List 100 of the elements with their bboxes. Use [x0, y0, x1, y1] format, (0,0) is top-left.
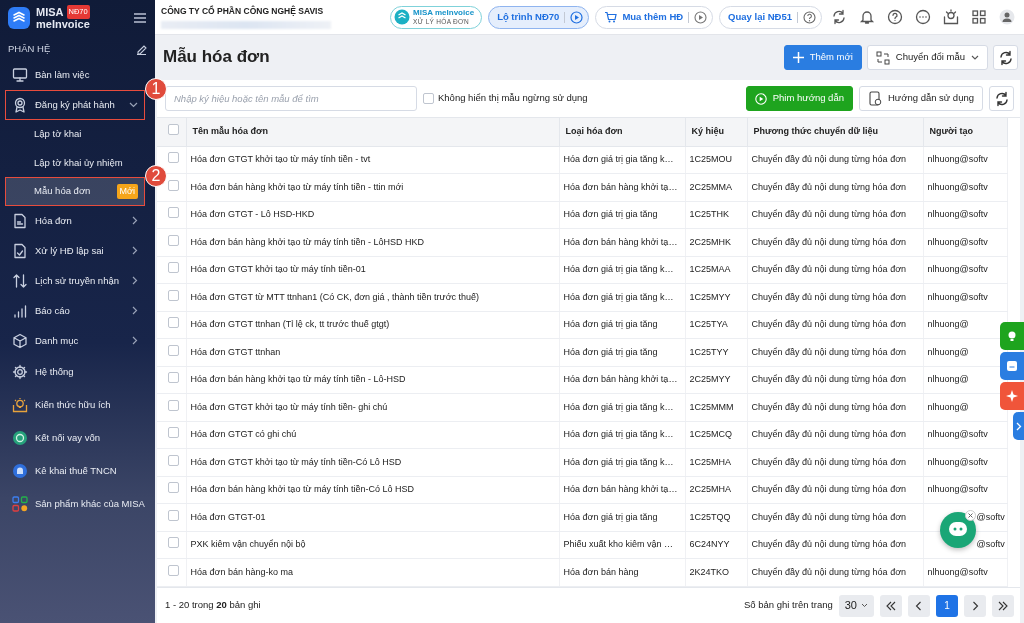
row-checkbox[interactable] — [168, 427, 179, 438]
invoice-type-cell: Hóa đơn bán hàng — [563, 566, 639, 577]
section-title: PHÂN HỆ — [8, 42, 51, 56]
row-checkbox[interactable] — [168, 262, 179, 273]
transfer-method-cell: Chuyển đầy đủ nội dung từng hóa đơn — [751, 209, 907, 219]
symbol-cell: 1C25MCQ — [689, 429, 732, 439]
avatar-icon[interactable] — [999, 9, 1015, 25]
step-marker: 2 — [145, 165, 167, 188]
next-page-button[interactable] — [964, 594, 986, 617]
symbol-cell: 1C25MHA — [689, 456, 731, 467]
symbol-cell: 1C25MYY — [689, 291, 731, 302]
first-page-button[interactable] — [880, 594, 902, 617]
symbol-cell: 2C25MMA — [689, 181, 732, 192]
menu-item[interactable]: Kê khai thuế TNCN — [5, 454, 145, 488]
page-size-select[interactable]: 30 — [838, 594, 874, 617]
row-checkbox[interactable] — [168, 482, 179, 493]
refresh-icon[interactable] — [831, 9, 847, 25]
invoice-name-cell: Hóa đơn GTGT-01 — [190, 511, 266, 522]
refresh-icon — [997, 49, 1014, 66]
column-header[interactable]: Loại hóa đơn — [559, 118, 685, 146]
invoice-name-cell: Hóa đơn bán hàng khởi tạo từ máy tính tiền - ttin mới — [190, 181, 404, 192]
help-icon[interactable] — [887, 9, 903, 25]
creator-cell: nlhuong@softv — [927, 429, 988, 439]
last-page-icon — [998, 600, 1008, 611]
page-button[interactable]: 1 — [936, 594, 958, 617]
menu-item[interactable]: Danh mục — [5, 325, 145, 356]
close-button[interactable] — [965, 510, 976, 521]
menu-item[interactable]: Kiến thức hữu ích — [5, 388, 145, 422]
chevron-right-icon — [1015, 421, 1022, 431]
menu-icon[interactable] — [133, 11, 147, 24]
symbol-cell: 2K24TKO — [689, 566, 730, 577]
invoice-name-cell: Hóa đơn bán hàng khởi tạo từ máy tính tiền-Có Lô HSD — [190, 484, 414, 494]
invoice-type-cell: Hóa đơn bán hàng khởi tạ… — [563, 484, 678, 494]
bell-icon[interactable] — [859, 9, 875, 25]
transfer-method-cell: Chuyển đầy đủ nội dung từng hóa đơn — [751, 456, 907, 467]
menu-item[interactable]: Báo cáo — [5, 295, 145, 326]
submenu-item[interactable]: Lập tờ khai ủy nhiệm — [5, 148, 145, 178]
invoice-type-cell: Hóa đơn giá trị gia tăng k… — [563, 154, 674, 164]
nav-pill[interactable]: Lộ trình NĐ70 — [488, 5, 590, 29]
invoice-type-cell: Hóa đơn bán hàng khởi tạ… — [563, 181, 678, 192]
transfer-method-cell: Chuyển đầy đủ nội dung từng hóa đơn — [751, 346, 907, 357]
symbol-cell: 1C25TYY — [689, 346, 729, 357]
symbol-cell: 1C25MAA — [689, 264, 731, 274]
refresh-button[interactable] — [989, 86, 1014, 111]
submenu-item[interactable]: Mẫu hóa đơn Mới — [5, 177, 145, 206]
menu-item[interactable]: Xử lý HĐ lập sai — [5, 235, 145, 266]
previous-page-button[interactable] — [908, 594, 930, 617]
column-header[interactable]: Phương thức chuyển dữ liệu — [747, 118, 923, 146]
menu-item[interactable]: Lịch sử truyền nhận — [5, 265, 145, 296]
row-checkbox[interactable] — [168, 564, 179, 576]
transfer-method-cell: Chuyển đầy đủ nội dung từng hóa đơn — [751, 566, 907, 577]
creator-cell: nlhuong@softv — [927, 291, 988, 302]
sparkle-widget[interactable] — [1000, 382, 1024, 410]
last-page-button[interactable] — [992, 594, 1014, 617]
column-header[interactable]: Tên mẫu hóa đơn — [186, 118, 559, 146]
column-header[interactable]: Người tạo — [923, 118, 1007, 146]
invoice-name-cell: Hóa đơn GTGT có ghi chú — [190, 429, 297, 439]
submenu-item[interactable]: Lập tờ khai — [5, 120, 145, 149]
tax-icon — [12, 463, 28, 480]
user-guide-button[interactable]: Hướng dẫn sử dụng — [858, 86, 983, 111]
more-icon[interactable] — [915, 9, 931, 25]
chat-widget[interactable] — [1000, 352, 1024, 380]
menu-item[interactable]: Sản phẩm khác của MISA — [5, 487, 145, 521]
lightbulb-widget[interactable] — [1000, 322, 1024, 350]
logo-icon — [8, 6, 30, 29]
column-header[interactable]: Ký hiệu — [685, 118, 747, 146]
select-all-checkbox[interactable] — [168, 124, 179, 135]
row-checkbox[interactable] — [168, 372, 179, 383]
edit-icon[interactable] — [136, 43, 147, 55]
row-checkbox[interactable] — [168, 454, 179, 466]
refresh-button[interactable] — [993, 45, 1018, 70]
row-checkbox[interactable] — [168, 537, 179, 548]
cube-icon — [12, 332, 28, 349]
row-checkbox[interactable] — [168, 344, 179, 356]
row-checkbox[interactable] — [168, 234, 179, 246]
nav-pill[interactable]: Mua thêm HĐ — [595, 5, 714, 29]
nav-pill[interactable]: Quay lại NĐ51 — [719, 5, 822, 29]
lightbulb-book-icon[interactable] — [943, 9, 959, 25]
row-checkbox[interactable] — [168, 207, 179, 218]
row-checkbox[interactable] — [168, 179, 179, 191]
convert-dropdown[interactable]: Chuyển đổi mẫu — [866, 45, 988, 70]
transfer-method-cell: Chuyển đầy đủ nội dung từng hóa đơn — [751, 181, 907, 192]
row-checkbox[interactable] — [168, 509, 179, 521]
app-grid-icon[interactable] — [971, 9, 987, 25]
expand-tab[interactable] — [1013, 412, 1024, 440]
previous-page-icon — [914, 600, 924, 611]
invoice-name-cell: PXK kiêm vận chuyển nội bộ — [190, 539, 306, 549]
invoice-type-cell: Hóa đơn giá trị gia tăng k… — [563, 291, 674, 302]
search-field[interactable]: Nhập ký hiệu hoặc tên mẫu để tìm — [165, 86, 417, 111]
menu-item[interactable]: Kết nối vay vốn — [5, 421, 145, 455]
row-checkbox[interactable] — [168, 152, 179, 163]
menu-item[interactable]: Hệ thống — [5, 355, 145, 389]
row-checkbox[interactable] — [168, 289, 179, 301]
row-checkbox[interactable] — [168, 399, 179, 411]
menu-item[interactable]: Hóa đơn — [5, 205, 145, 236]
add-button[interactable]: Thêm mới — [783, 45, 862, 70]
row-checkbox[interactable] — [168, 317, 179, 328]
menu-item[interactable]: Đăng ký phát hành — [5, 90, 145, 121]
menu-item[interactable]: Bàn làm việc — [5, 60, 145, 91]
chevron-right-icon — [132, 306, 138, 316]
